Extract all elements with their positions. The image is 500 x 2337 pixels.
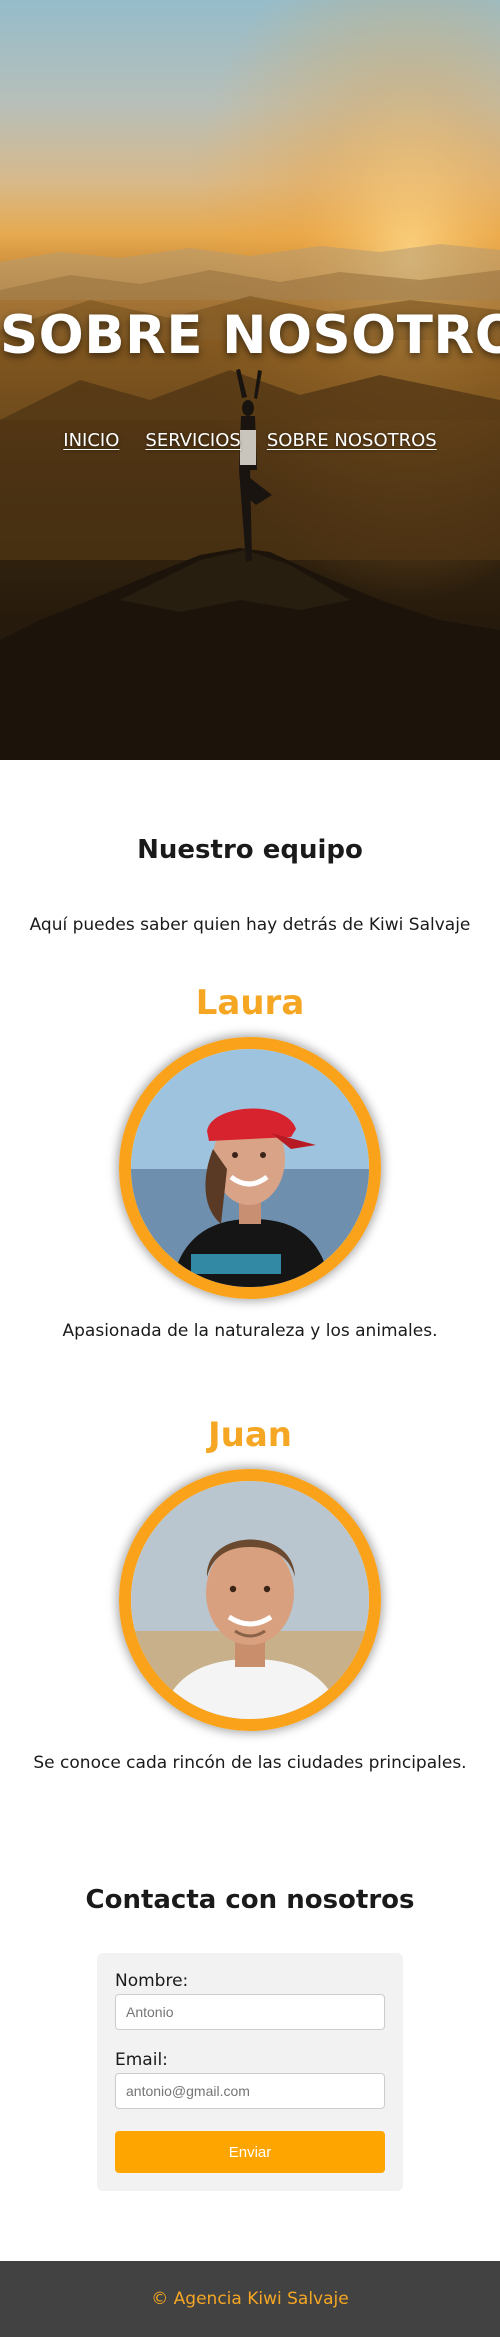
team-heading: Nuestro equipo bbox=[137, 835, 363, 865]
team-member-juan: Juan Se conoce cada rincón de las ciudad… bbox=[0, 1415, 500, 1773]
footer-copyright: © Agencia Kiwi Salvaje bbox=[151, 2289, 349, 2309]
name-field[interactable] bbox=[115, 1994, 385, 2030]
email-field[interactable] bbox=[115, 2073, 385, 2109]
nav-link-sobre-nosotros[interactable]: SOBRE NOSOTROS bbox=[267, 430, 437, 451]
member-name: Laura bbox=[195, 983, 305, 1023]
member-description: Apasionada de la naturaleza y los animal… bbox=[62, 1321, 438, 1341]
contact-form: Nombre: Email: Enviar bbox=[97, 1953, 403, 2191]
juan-photo bbox=[131, 1481, 369, 1719]
submit-button[interactable]: Enviar bbox=[115, 2131, 385, 2173]
hero-banner: SOBRE NOSOTROS INICIO SERVICIOS SOBRE NO… bbox=[0, 0, 500, 760]
team-member-laura: Laura Apasionada de la naturaleza y los … bbox=[0, 983, 500, 1341]
nav-link-servicios[interactable]: SERVICIOS bbox=[145, 430, 240, 451]
avatar-laura bbox=[119, 1037, 381, 1299]
footer: © Agencia Kiwi Salvaje bbox=[0, 2261, 500, 2337]
email-label: Email: bbox=[115, 2050, 168, 2070]
contact-heading: Contacta con nosotros bbox=[85, 1885, 415, 1915]
mountain-sunrise-image bbox=[0, 0, 500, 760]
name-label: Nombre: bbox=[115, 1971, 189, 1991]
main-nav: INICIO SERVICIOS SOBRE NOSOTROS bbox=[0, 430, 500, 451]
team-section: Nuestro equipo Aquí puedes saber quien h… bbox=[0, 760, 500, 1773]
member-name: Juan bbox=[207, 1415, 292, 1455]
avatar-juan bbox=[119, 1469, 381, 1731]
team-intro: Aquí puedes saber quien hay detrás de Ki… bbox=[29, 915, 471, 935]
laura-photo bbox=[131, 1049, 369, 1287]
contact-section: Contacta con nosotros Nombre: Email: Env… bbox=[0, 1847, 500, 2261]
member-description: Se conoce cada rincón de las ciudades pr… bbox=[33, 1753, 467, 1773]
page-title: SOBRE NOSOTROS bbox=[0, 305, 500, 366]
nav-link-inicio[interactable]: INICIO bbox=[63, 430, 119, 451]
